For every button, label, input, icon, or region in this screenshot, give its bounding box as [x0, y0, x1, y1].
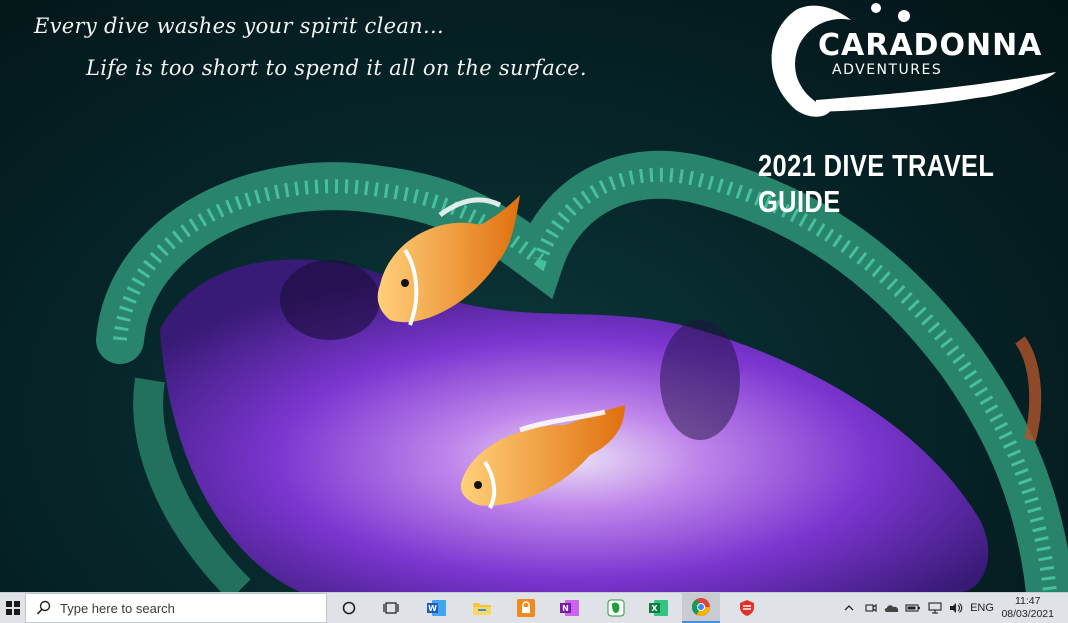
tray-volume[interactable]	[948, 593, 964, 623]
onenote-icon: N	[560, 600, 579, 616]
taskbar: Type here to search W N X ENG 11:47 08/0…	[0, 592, 1068, 623]
cortana-circle-icon	[342, 601, 356, 615]
language-indicator: ENG	[970, 602, 994, 614]
file-explorer-app[interactable]	[470, 593, 494, 623]
battery-icon	[905, 604, 920, 612]
lock-icon	[517, 599, 535, 617]
chevron-up-icon	[844, 605, 854, 611]
cortana-button[interactable]	[338, 593, 360, 623]
show-hidden-icons-button[interactable]	[842, 593, 856, 623]
search-placeholder: Type here to search	[60, 600, 175, 616]
tray-network[interactable]	[927, 593, 943, 623]
start-button[interactable]	[0, 593, 25, 623]
tray-meet-now[interactable]	[864, 593, 878, 623]
task-view-button[interactable]	[380, 593, 402, 623]
input-language-button[interactable]: ENG	[968, 593, 996, 623]
camera-icon	[865, 603, 877, 613]
brand-name: CARADONNA	[818, 28, 1043, 63]
svg-text:N: N	[562, 604, 569, 613]
chrome-app[interactable]	[682, 593, 720, 623]
taskbar-search-input[interactable]: Type here to search	[25, 593, 327, 623]
clock-date: 08/03/2021	[1001, 608, 1054, 620]
evernote-icon	[607, 599, 625, 617]
onenote-app[interactable]: N	[558, 593, 582, 623]
network-icon	[928, 602, 942, 614]
word-icon: W	[427, 600, 446, 616]
tray-onedrive[interactable]	[884, 593, 900, 623]
cloud-icon	[884, 605, 899, 612]
evernote-app[interactable]	[604, 593, 628, 623]
excel-app[interactable]: X	[647, 593, 671, 623]
word-app[interactable]: W	[425, 593, 449, 623]
folder-icon	[473, 603, 491, 615]
tray-battery[interactable]	[905, 593, 921, 623]
dive-guide-title: 2021 DIVE TRAVEL GUIDE	[758, 148, 994, 219]
search-icon	[36, 600, 51, 615]
svg-text:W: W	[428, 604, 437, 613]
vpn-app[interactable]	[735, 593, 759, 623]
brand-subtitle: ADVENTURES	[832, 62, 943, 78]
lock-app[interactable]	[514, 593, 538, 623]
taskbar-clock[interactable]: 11:47 08/03/2021	[1001, 595, 1054, 621]
task-view-icon	[383, 602, 399, 614]
desktop-wallpaper: Every dive washes your spirit clean... L…	[0, 0, 1068, 592]
windows-icon	[5, 601, 20, 615]
wallpaper-quote-line1: Every dive washes your spirit clean...	[34, 14, 444, 38]
excel-icon: X	[649, 600, 668, 616]
wallpaper-quote-line2: Life is too short to spend it all on the…	[86, 56, 587, 80]
speaker-icon	[950, 603, 963, 613]
svg-text:X: X	[651, 604, 658, 613]
chrome-icon	[692, 598, 710, 617]
clock-time: 11:47	[1014, 595, 1041, 607]
shield-app-icon	[740, 600, 754, 616]
